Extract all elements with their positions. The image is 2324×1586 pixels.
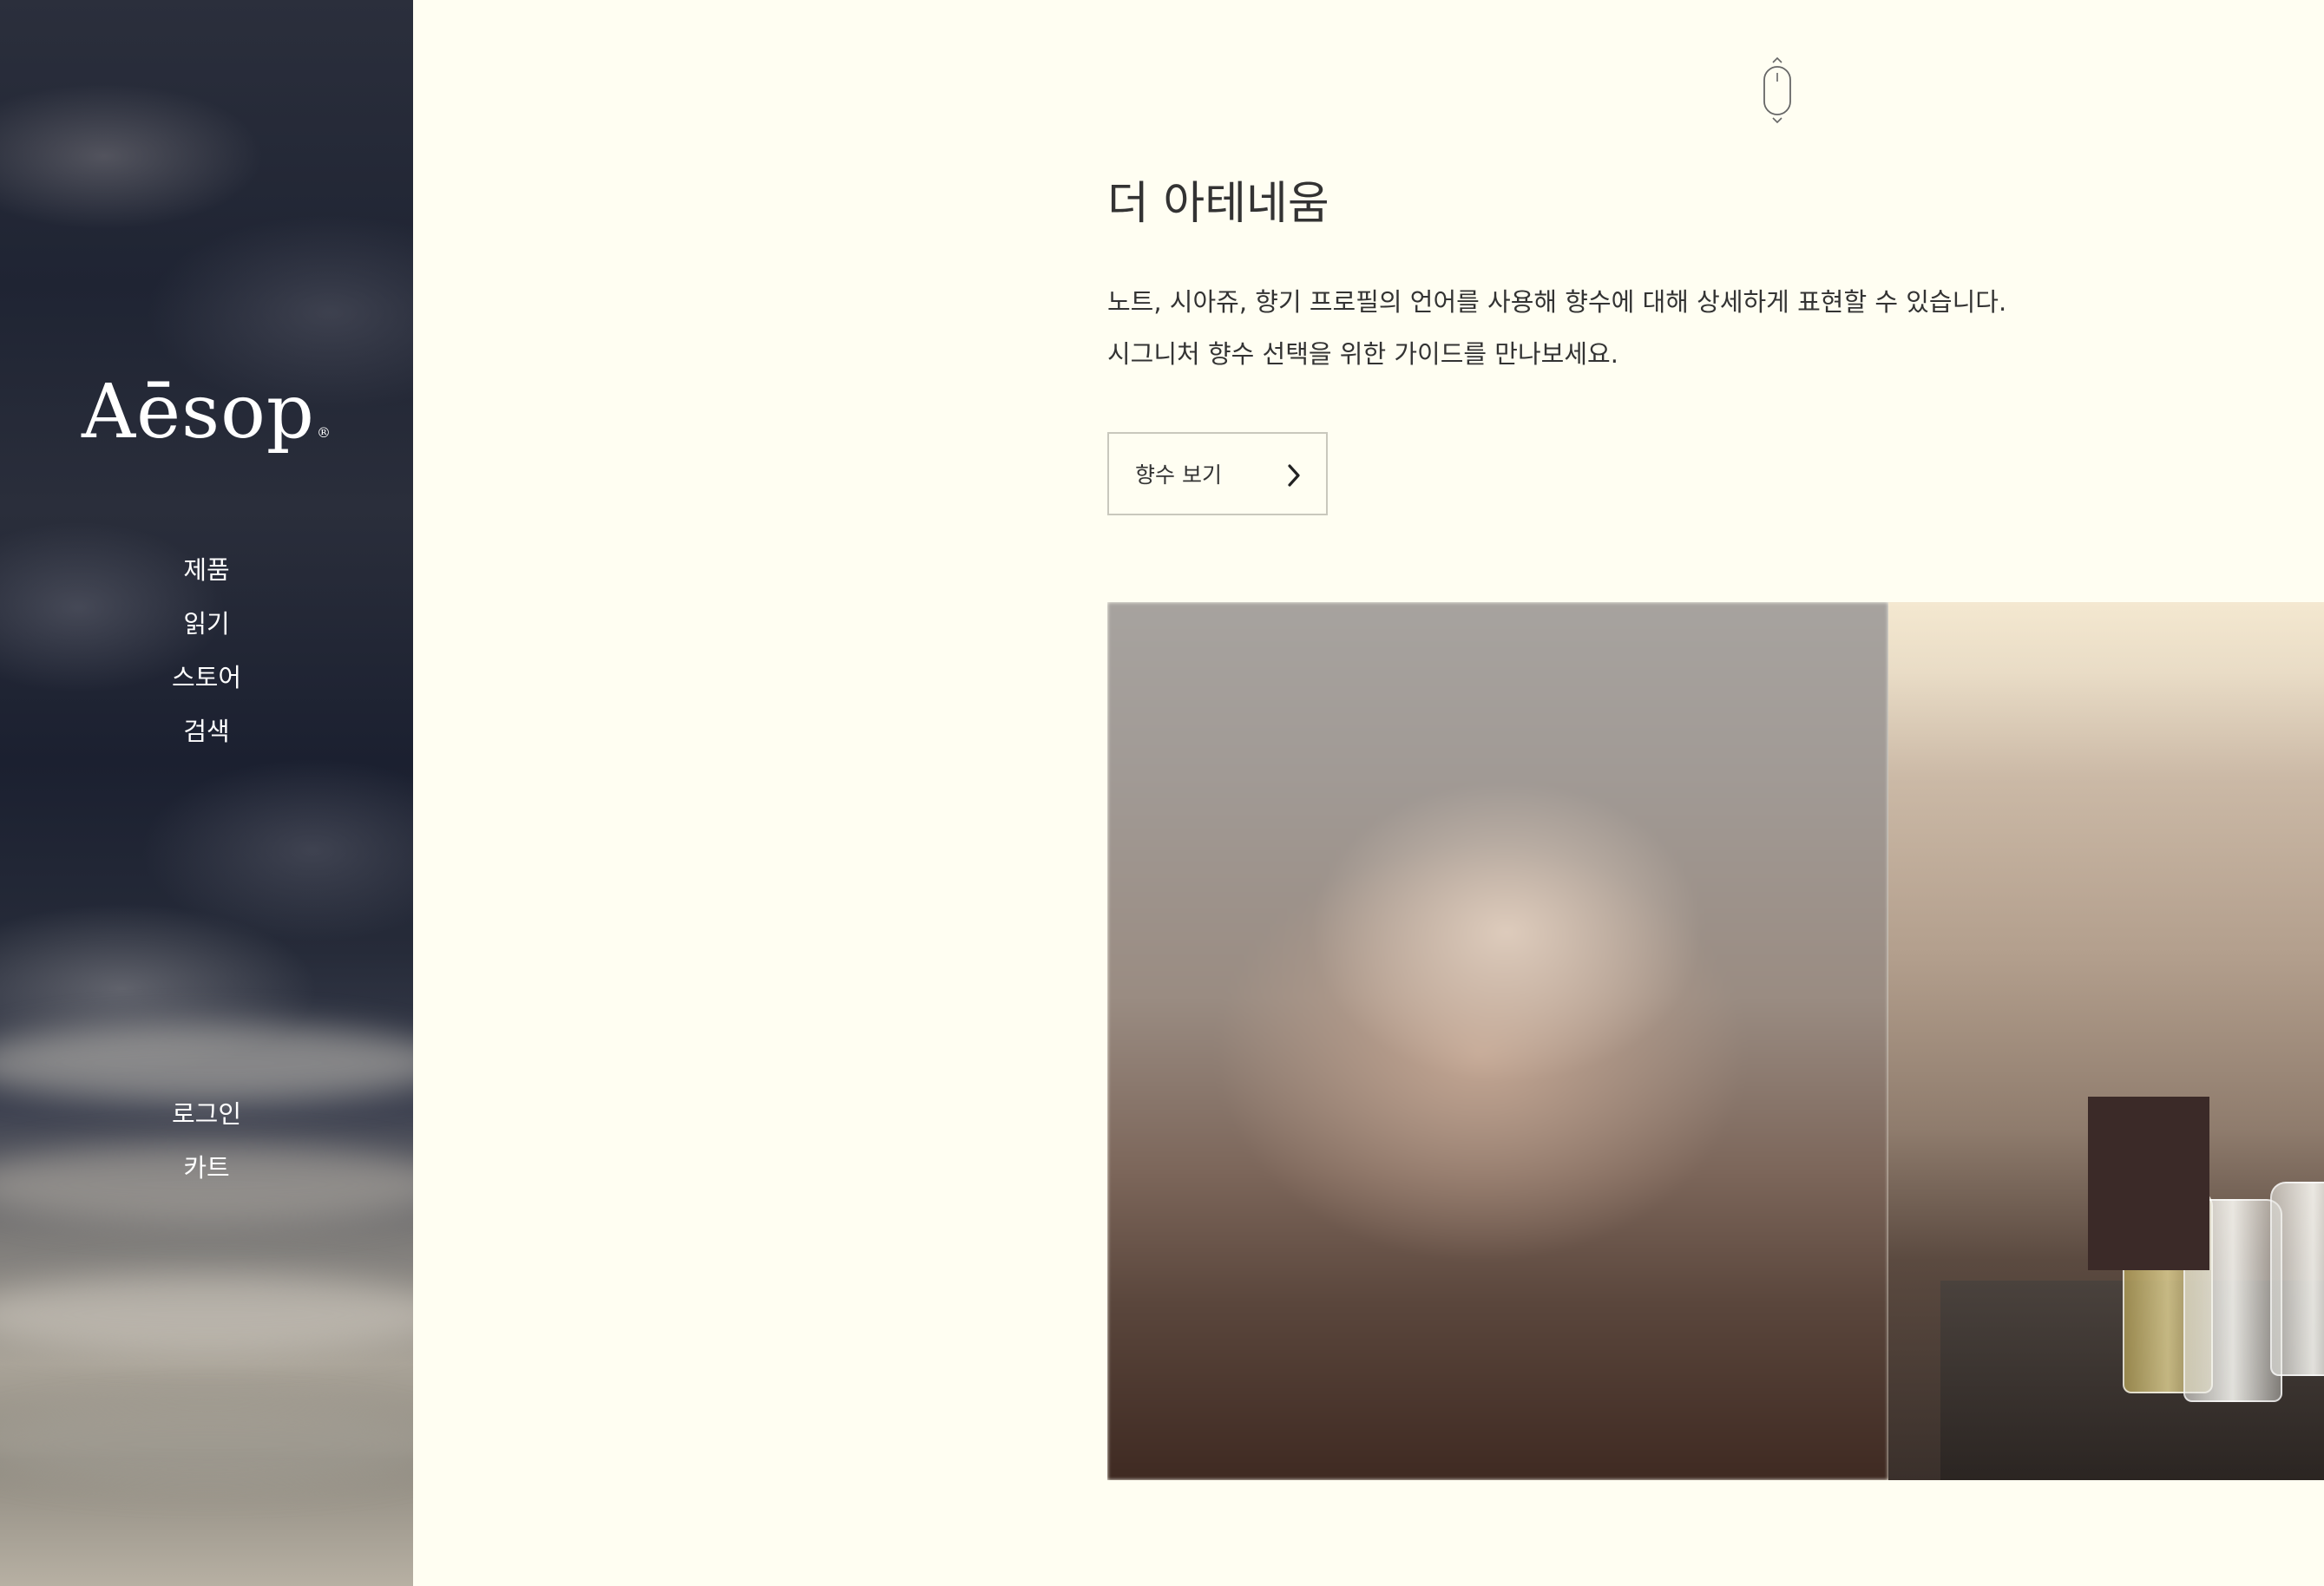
logo-text: Aēsop <box>82 369 315 455</box>
aesop-logo[interactable]: Aēsop ® <box>0 364 413 481</box>
blurred-rose-image <box>1107 602 1888 1480</box>
wave-decoration <box>0 1406 413 1484</box>
image-gallery <box>1107 602 2324 1480</box>
nav-item-search[interactable]: 검색 <box>0 705 413 758</box>
perfume-studio-image <box>1888 602 2324 1480</box>
main-content: 더 아테네움 노트, 시아쥬, 향기 프로필의 언어를 사용해 향수에 대해 상… <box>413 0 2324 1586</box>
button-label: 향수 보기 <box>1135 462 1222 488</box>
nav-item-stores[interactable]: 스토어 <box>0 651 413 705</box>
perfume-bottle <box>2270 1182 2324 1376</box>
pen-cup <box>2088 1097 2209 1270</box>
mouse-scroll-icon <box>1763 56 1791 124</box>
wave-decoration <box>0 1275 413 1353</box>
account-nav: 로그인 카트 <box>0 1087 413 1195</box>
view-fragrances-button[interactable]: 향수 보기 <box>1107 432 1328 515</box>
nav-item-products[interactable]: 제품 <box>0 543 413 597</box>
page: Aēsop ® 제품 읽기 스토어 검색 로그인 카트 더 아테네움 노트, 시아… <box>0 0 2324 1586</box>
section-heading: 더 아테네움 <box>1107 178 1329 230</box>
nav-item-read[interactable]: 읽기 <box>0 597 413 651</box>
nav-item-cart[interactable]: 카트 <box>0 1141 413 1195</box>
chevron-right-icon <box>1288 464 1300 487</box>
sidebar: Aēsop ® 제품 읽기 스토어 검색 로그인 카트 <box>0 0 413 1586</box>
nav-item-login[interactable]: 로그인 <box>0 1087 413 1141</box>
main-nav: 제품 읽기 스토어 검색 <box>0 543 413 758</box>
description-line: 시그니처 향수 선택을 위한 가이드를 만나보세요. <box>1107 339 1618 369</box>
registered-mark: ® <box>316 424 332 441</box>
description-line: 노트, 시아쥬, 향기 프로필의 언어를 사용해 향수에 대해 상세하게 표현할… <box>1107 287 2007 317</box>
